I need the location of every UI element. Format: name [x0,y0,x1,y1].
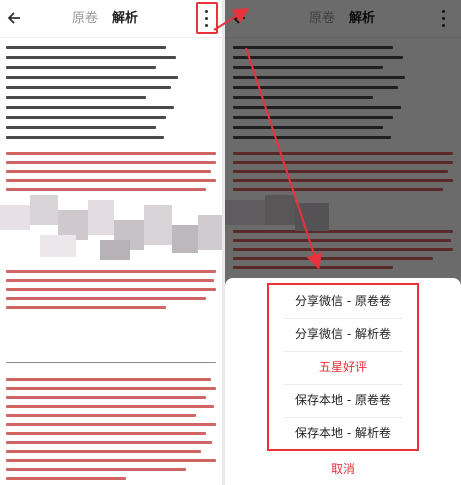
left-screen: 原卷 解析 [0,0,222,485]
save-local-original-item[interactable]: 保存本地 - 原卷卷 [269,384,417,417]
right-screen: 原卷 解析 分享微信 - 原卷卷 [225,0,461,485]
tab-analysis[interactable]: 解析 [112,10,138,28]
share-wechat-original-item[interactable]: 分享微信 - 原卷卷 [269,285,417,318]
menu-highlight-box: 分享微信 - 原卷卷 分享微信 - 解析卷 五星好评 保存本地 - 原卷卷 保存… [267,283,419,451]
save-local-analysis-item[interactable]: 保存本地 - 解析卷 [269,417,417,450]
mosaic-watermark [0,195,222,270]
five-star-rating-item[interactable]: 五星好评 [269,351,417,384]
tab-original[interactable]: 原卷 [72,10,98,28]
top-bar: 原卷 解析 [0,0,222,38]
back-arrow-icon[interactable] [6,8,26,28]
share-wechat-analysis-item[interactable]: 分享微信 - 解析卷 [269,318,417,351]
more-button-highlight [196,2,218,34]
share-bottom-sheet: 分享微信 - 原卷卷 分享微信 - 解析卷 五星好评 保存本地 - 原卷卷 保存… [225,278,461,485]
cancel-button[interactable]: 取消 [225,458,461,480]
